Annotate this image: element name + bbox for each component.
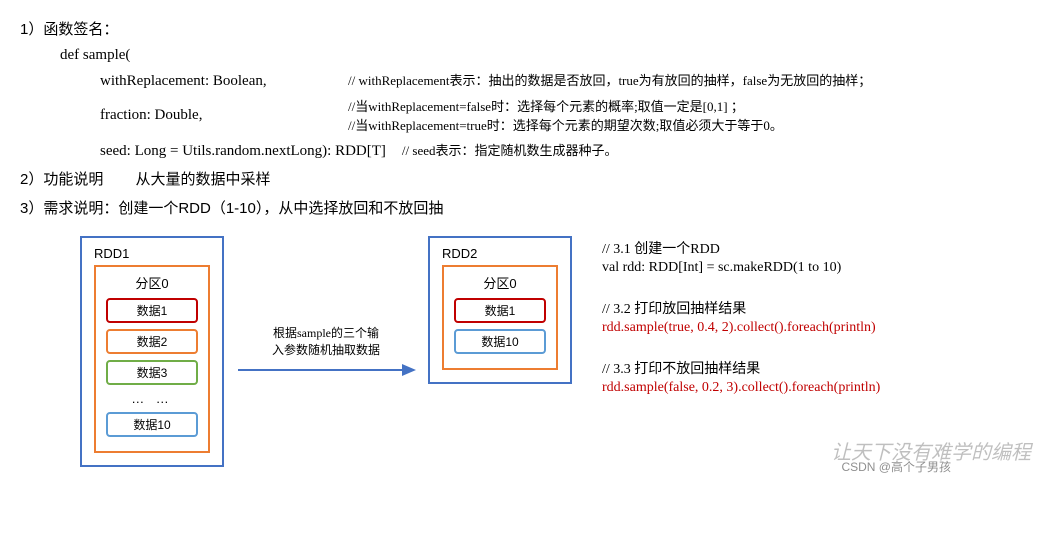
- code-block-1: // 3.1 创建一个RDD val rdd: RDD[Int] = sc.ma…: [602, 238, 880, 276]
- code-line-3: rdd.sample(false, 0.2, 3).collect().fore…: [602, 380, 880, 396]
- rdd1-ellipsis: … …: [106, 391, 198, 406]
- section-3-header: 3）需求说明：创建一个RDD（1-10），从中选择放回和不放回抽: [20, 197, 1041, 218]
- sig-param-withreplacement: withReplacement: Boolean,: [100, 73, 340, 90]
- sig-comment-fraction-b: //当withReplacement=true时：选择每个元素的期望次数;取值必…: [348, 115, 783, 134]
- arrow-label: 根据sample的三个输 入参数随机抽取数据: [272, 325, 380, 359]
- rdd1-partition: 分区0 数据1 数据2 数据3 … … 数据10: [94, 265, 210, 453]
- sig-comment-fraction-group: //当withReplacement=false时：选择每个元素的概率;取值一定…: [348, 96, 783, 134]
- arrow-label-a: 根据sample的三个输: [273, 326, 379, 340]
- arrow-label-b: 入参数随机抽取数据: [272, 343, 380, 357]
- diagram-row: RDD1 分区0 数据1 数据2 数据3 … … 数据10 根据sample的三…: [80, 236, 1041, 467]
- code-comment-2: // 3.2 打印放回抽样结果: [602, 298, 880, 318]
- csdn-attribution: CSDN @高个子男孩: [841, 458, 951, 475]
- rdd2-partition-title: 分区0: [454, 273, 546, 292]
- sig-comment-seed: // seed表示：指定随机数生成器种子。: [402, 140, 618, 159]
- rdd1-box: RDD1 分区0 数据1 数据2 数据3 … … 数据10: [80, 236, 224, 467]
- sig-param-fraction: fraction: Double,: [100, 107, 340, 124]
- arrow-column: 根据sample的三个输 入参数随机抽取数据: [224, 325, 428, 379]
- rdd1-partition-title: 分区0: [106, 273, 198, 292]
- rdd1-item: 数据2: [106, 329, 198, 354]
- arrow-icon: [236, 362, 416, 378]
- code-block-2: // 3.2 打印放回抽样结果 rdd.sample(true, 0.4, 2)…: [602, 298, 880, 336]
- rdd2-item: 数据1: [454, 298, 546, 323]
- sig-comment-fraction-a: //当withReplacement=false时：选择每个元素的概率;取值一定…: [348, 96, 783, 115]
- section-1-header: 1）函数签名：: [20, 18, 1041, 39]
- sig-param-seed: seed: Long = Utils.random.nextLong): RDD…: [100, 143, 386, 160]
- rdd1-item: 数据1: [106, 298, 198, 323]
- rdd2-item: 数据10: [454, 329, 546, 354]
- code-block-3: // 3.3 打印不放回抽样结果 rdd.sample(false, 0.2, …: [602, 358, 880, 396]
- rdd2-partition: 分区0 数据1 数据10: [442, 265, 558, 370]
- code-comment-3: // 3.3 打印不放回抽样结果: [602, 358, 880, 378]
- rdd2-title: RDD2: [442, 246, 558, 261]
- section-2-header: 2）功能说明: [20, 171, 103, 188]
- rdd2-box: RDD2 分区0 数据1 数据10: [428, 236, 572, 384]
- signature-block: def sample( withReplacement: Boolean, //…: [60, 47, 1041, 160]
- rdd1-item: 数据10: [106, 412, 198, 437]
- code-line-1: val rdd: RDD[Int] = sc.makeRDD(1 to 10): [602, 260, 880, 276]
- rdd1-title: RDD1: [94, 246, 210, 261]
- code-line-2: rdd.sample(true, 0.4, 2).collect().forea…: [602, 320, 880, 336]
- code-comment-1: // 3.1 创建一个RDD: [602, 238, 880, 258]
- code-column: // 3.1 创建一个RDD val rdd: RDD[Int] = sc.ma…: [602, 236, 880, 418]
- section-2: 2）功能说明 从大量的数据中采样: [20, 168, 1041, 189]
- sig-def: def sample(: [60, 47, 130, 64]
- sig-comment-withreplacement: // withReplacement表示：抽出的数据是否放回，true为有放回的…: [348, 70, 871, 89]
- rdd1-item: 数据3: [106, 360, 198, 385]
- section-2-desc: 从大量的数据中采样: [136, 171, 271, 188]
